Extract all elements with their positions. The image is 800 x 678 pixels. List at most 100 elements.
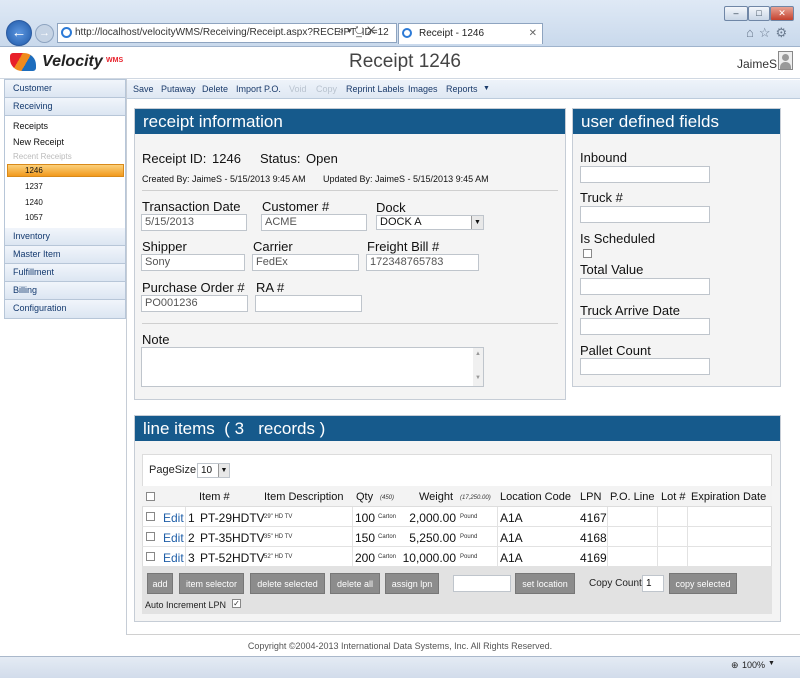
divider [142,323,558,324]
row-checkbox[interactable] [146,552,155,561]
velocity-logo[interactable]: Velocity WMS [8,50,125,76]
pallet-count-input[interactable] [580,358,710,375]
sidebar-item-master-item[interactable]: Master Item [5,246,125,264]
pagesize-select[interactable]: 10 ▼ [197,463,230,478]
delete-button[interactable]: Delete [202,84,228,94]
col-location-code[interactable]: Location Code [500,491,571,503]
reports-button[interactable]: Reports [446,84,478,94]
sidebar-item-configuration[interactable]: Configuration [5,300,125,318]
pallet-count-label: Pallet Count [580,343,651,358]
zoom-dropdown-icon[interactable]: ▼ [768,660,775,667]
col-lot[interactable]: Lot # [661,491,685,503]
zoom-level[interactable]: 100% [742,660,765,670]
delete-all-button[interactable]: delete all [330,573,380,594]
note-label: Note [142,332,170,347]
copy-count-input[interactable]: 1 [642,575,664,592]
created-by: Created By: JaimeS - 5/15/2013 9:45 AM [142,174,306,184]
truck-input[interactable] [580,206,710,223]
row-qty-unit: Carton [378,514,397,520]
row-checkbox[interactable] [146,532,155,541]
tab-close-icon[interactable]: ✕ [529,24,537,44]
chevron-down-icon[interactable]: ▼ [471,216,483,229]
reprint-labels-button[interactable]: Reprint Labels [346,84,404,94]
purchase-order-input[interactable]: PO001236 [141,295,248,312]
note-scrollbar[interactable]: ▲ ▼ [473,348,483,386]
delete-selected-button[interactable]: delete selected [250,573,325,594]
zoom-icon[interactable]: ⊕ [731,660,739,671]
recent-receipt-1246[interactable]: 1246 [25,166,43,175]
assign-lpn-button[interactable]: assign lpn [385,573,439,594]
freight-bill-input[interactable]: 172348765783 [366,254,479,271]
chevron-down-icon[interactable]: ▼ [218,464,229,477]
address-actions-icons[interactable]: ⌕▾↻✕ [338,25,378,38]
dock-select[interactable]: DOCK A ▼ [376,215,484,230]
row-qty: 150 [355,531,376,545]
col-qty[interactable]: Qty [356,491,373,503]
weight-total: (17,250.00) [460,495,491,501]
shipper-input[interactable]: Sony [141,254,245,271]
recent-receipt-1237[interactable]: 1237 [25,182,43,191]
auto-increment-lpn-label: Auto Increment LPN [145,600,227,610]
item-selector-button[interactable]: item selector [179,573,244,594]
recent-receipt-1240[interactable]: 1240 [25,198,43,207]
col-weight[interactable]: Weight [419,491,453,503]
row-weight: 5,250.00 [409,531,456,545]
images-button[interactable]: Images [408,84,438,94]
reports-dropdown-icon[interactable]: ▼ [483,85,490,92]
edit-link[interactable]: Edit [163,551,184,565]
back-arrow-icon[interactable]: ← [6,20,32,46]
recent-receipt-1057[interactable]: 1057 [25,213,43,222]
sidebar-link-receipts[interactable]: Receipts [13,121,48,131]
customer-label: Customer # [262,199,330,214]
col-item[interactable]: Item # [199,491,230,503]
is-scheduled-checkbox[interactable] [583,249,592,258]
sidebar-item-fulfillment[interactable]: Fulfillment [5,264,125,282]
carrier-input[interactable]: FedEx [252,254,359,271]
ra-input[interactable] [255,295,362,312]
home-star-gear-icons[interactable]: ⌂☆⚙ [746,25,792,41]
col-expiration-date[interactable]: Expiration Date [691,491,766,503]
total-value-input[interactable] [580,278,710,295]
save-button[interactable]: Save [133,84,154,94]
udf-heading: user defined fields [573,109,780,134]
close-window-button[interactable]: ✕ [770,6,794,21]
select-all-checkbox[interactable] [146,492,155,501]
note-textarea[interactable] [141,347,484,387]
add-button[interactable]: add [147,573,173,594]
row-qty: 100 [355,511,376,525]
import-po-button[interactable]: Import P.O. [236,84,281,94]
col-item-description[interactable]: Item Description [264,491,343,503]
user-name[interactable]: JaimeS [737,57,777,71]
sidebar-item-receiving[interactable]: Receiving [5,98,125,116]
tab-page-icon [402,28,412,38]
forward-arrow-icon[interactable]: → [35,24,54,43]
maximize-button[interactable]: □ [748,6,770,21]
set-location-button[interactable]: set location [515,573,575,594]
auto-increment-lpn-checkbox[interactable]: ✓ [232,599,241,608]
sidebar-item-customer[interactable]: Customer [5,80,125,98]
row-location: A1A [500,531,523,545]
sidebar-link-new-receipt[interactable]: New Receipt [13,137,64,147]
user-avatar-icon[interactable] [778,51,793,70]
edit-link[interactable]: Edit [163,531,184,545]
transaction-date-input[interactable]: 5/15/2013 [141,214,247,231]
edit-link[interactable]: Edit [163,511,184,525]
minimize-button[interactable]: ‒ [724,6,748,21]
browser-tab[interactable]: Receipt - 1246 ✕ [398,23,543,44]
sidebar-item-billing[interactable]: Billing [5,282,125,300]
location-input[interactable] [453,575,511,592]
inbound-input[interactable] [580,166,710,183]
col-divider [352,507,353,567]
sidebar-item-inventory[interactable]: Inventory [5,228,125,246]
logo-swoosh-icon [10,53,36,71]
copy-selected-button[interactable]: copy selected [669,573,737,594]
sidebar-divider [126,79,127,635]
row-location: A1A [500,551,523,565]
customer-input[interactable]: ACME [261,214,367,231]
putaway-button[interactable]: Putaway [161,84,196,94]
row-description: 29" HD TV [264,514,293,520]
row-checkbox[interactable] [146,512,155,521]
truck-arrive-date-input[interactable] [580,318,710,335]
col-lpn[interactable]: LPN [580,491,601,503]
col-po-line[interactable]: P.O. Line [610,491,654,503]
